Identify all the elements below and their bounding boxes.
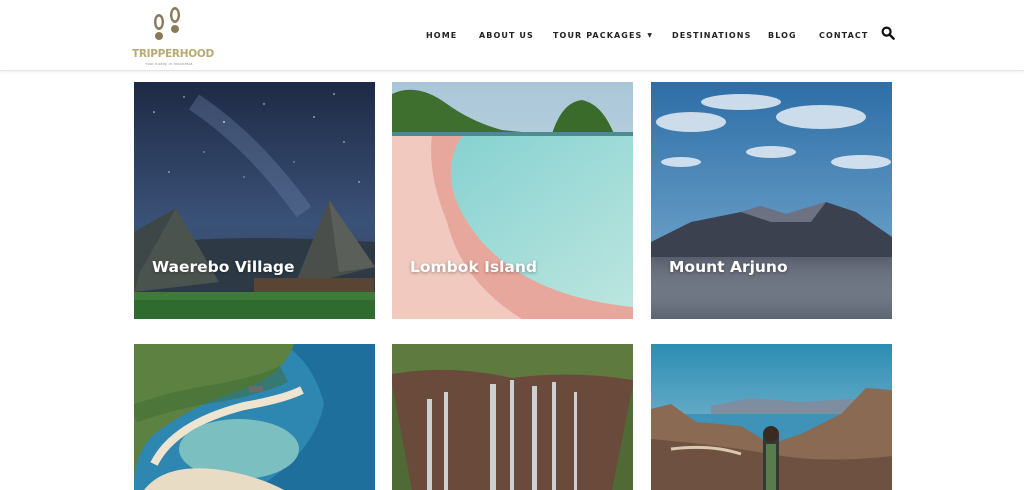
destination-card-6[interactable] <box>651 344 892 490</box>
footprints-icon <box>154 7 180 40</box>
destination-card-5[interactable] <box>392 344 633 490</box>
lombok-island-image <box>392 82 633 319</box>
logo-text: TRIPPERHOOD <box>132 48 214 60</box>
island-viewpoint-image <box>651 344 892 490</box>
nav-item-blog[interactable]: BLOG <box>768 30 797 42</box>
destination-card-mount-arjuno[interactable]: Mount Arjuno <box>651 82 892 319</box>
nav-item-contact[interactable]: CONTACT <box>819 30 868 42</box>
nav-item-about-us[interactable]: ABOUT US <box>479 30 534 42</box>
caret-down-icon: ▼ <box>647 32 654 39</box>
destination-title: Lombok Island <box>410 258 538 276</box>
search-icon[interactable] <box>881 26 895 40</box>
waterfall-image <box>392 344 633 490</box>
beach-aerial-image <box>134 344 375 490</box>
logo-tagline: Your buddy in Indonesia <box>145 62 193 66</box>
nav-item-home[interactable]: HOME <box>426 30 457 42</box>
destination-title: Mount Arjuno <box>669 258 788 276</box>
nav-item-label: TOUR PACKAGES <box>553 31 643 40</box>
nav-item-tour-packages[interactable]: TOUR PACKAGES ▼ <box>553 30 653 42</box>
mount-arjuno-image <box>651 82 892 319</box>
destination-card-lombok-island[interactable]: Lombok Island <box>392 82 633 319</box>
destination-title: Waerebo Village <box>152 258 295 276</box>
site-header: TRIPPERHOOD Your buddy in Indonesia HOME… <box>0 0 1024 71</box>
destination-card-4[interactable] <box>134 344 375 490</box>
destination-card-waerebo-village[interactable]: Waerebo Village <box>134 82 375 319</box>
site-logo[interactable]: TRIPPERHOOD Your buddy in Indonesia <box>132 4 214 68</box>
nav-item-destinations[interactable]: DESTINATIONS <box>672 30 751 42</box>
waerebo-village-image <box>134 82 375 319</box>
